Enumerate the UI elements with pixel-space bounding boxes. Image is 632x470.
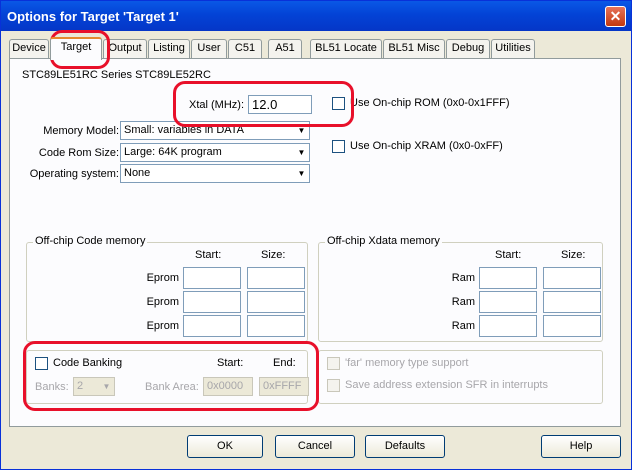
eprom-start-input[interactable] — [183, 267, 241, 289]
eprom-size-input[interactable] — [247, 315, 305, 337]
use-onchip-xram-checkbox[interactable] — [332, 140, 345, 153]
bank-area-start-input[interactable]: 0x0000 — [203, 377, 253, 396]
banks-label: Banks: — [35, 381, 69, 393]
ram-start-input[interactable] — [479, 267, 537, 289]
window-title: Options for Target 'Target 1' — [7, 9, 179, 24]
code-banking-label: Code Banking — [53, 357, 123, 369]
code-rom-size-label: Code Rom Size: — [38, 147, 119, 159]
code-banking-group: Code Banking Start: End: Banks: 2 ▼ Bank… — [26, 350, 309, 404]
offchip-xdata-title: Off-chip Xdata memory — [325, 235, 442, 247]
tab-a51[interactable]: A51 — [268, 39, 302, 58]
eprom-size-input[interactable] — [247, 267, 305, 289]
operating-system-label: Operating system: — [29, 168, 119, 180]
bank-area-label: Bank Area: — [145, 381, 199, 393]
memory-model-value: Small: variables in DATA — [124, 124, 245, 136]
options-dialog: Options for Target 'Target 1' ✕ Device T… — [0, 0, 632, 470]
title-bar[interactable]: Options for Target 'Target 1' ✕ — [1, 1, 631, 31]
use-onchip-rom-checkbox[interactable] — [332, 97, 345, 110]
offchip-code-start-header: Start: — [195, 249, 222, 261]
code-banking-checkbox[interactable] — [35, 357, 48, 370]
offchip-code-size-header: Size: — [261, 249, 286, 261]
chevron-down-icon[interactable]: ▼ — [294, 144, 309, 161]
ram-size-input[interactable] — [543, 267, 601, 289]
xtal-label: Xtal (MHz): — [189, 99, 244, 111]
save-address-extension-label: Save address extension SFR in interrupts — [345, 379, 548, 391]
xtal-input[interactable]: 12.0 — [248, 95, 312, 114]
eprom-start-input[interactable] — [183, 315, 241, 337]
tab-bl51-misc[interactable]: BL51 Misc — [383, 39, 445, 58]
tab-strip: Device Target Output Listing User C51 A5… — [9, 37, 621, 60]
ram-size-input[interactable] — [543, 291, 601, 313]
bank-area-end-input[interactable]: 0xFFFF — [259, 377, 309, 396]
ram-start-input[interactable] — [479, 291, 537, 313]
tab-output[interactable]: Output — [103, 39, 147, 58]
far-memory-group: 'far' memory type support Save address e… — [318, 350, 603, 404]
chevron-down-icon[interactable]: ▼ — [99, 378, 114, 395]
use-onchip-rom-label: Use On-chip ROM (0x0-0x1FFF) — [350, 97, 510, 109]
device-label: STC89LE51RC Series STC89LE52RC — [22, 69, 211, 81]
ram-label: Ram — [451, 272, 475, 284]
offchip-xdata-start-header: Start: — [495, 249, 522, 261]
code-rom-size-select[interactable]: Large: 64K program ▼ — [120, 143, 310, 162]
tab-target[interactable]: Target — [50, 37, 102, 60]
eprom-label: Eprom — [146, 320, 179, 332]
bank-start-header: Start: — [217, 357, 244, 369]
chevron-down-icon[interactable]: ▼ — [294, 165, 309, 182]
tab-device[interactable]: Device — [9, 39, 49, 58]
help-button[interactable]: Help — [541, 435, 621, 458]
save-address-extension-checkbox[interactable] — [327, 379, 340, 392]
defaults-button[interactable]: Defaults — [365, 435, 445, 458]
eprom-start-input[interactable] — [183, 291, 241, 313]
far-memory-checkbox[interactable] — [327, 357, 340, 370]
ram-size-input[interactable] — [543, 315, 601, 337]
operating-system-value: None — [124, 167, 151, 179]
offchip-code-title: Off-chip Code memory — [33, 235, 148, 247]
memory-model-label: Memory Model: — [43, 125, 119, 137]
target-panel: STC89LE51RC Series STC89LE52RC Xtal (MHz… — [9, 58, 621, 427]
offchip-xdata-size-header: Size: — [561, 249, 586, 261]
banks-select[interactable]: 2 ▼ — [73, 377, 115, 396]
eprom-label: Eprom — [146, 296, 179, 308]
ram-start-input[interactable] — [479, 315, 537, 337]
ram-label: Ram — [451, 296, 475, 308]
ram-label: Ram — [451, 320, 475, 332]
cancel-button[interactable]: Cancel — [275, 435, 355, 458]
tab-bl51-locate[interactable]: BL51 Locate — [310, 39, 382, 58]
offchip-xdata-group: Off-chip Xdata memory Start: Size: Ram R… — [318, 235, 603, 342]
tab-utilities[interactable]: Utilities — [491, 39, 535, 58]
code-rom-size-value: Large: 64K program — [124, 146, 222, 158]
offchip-code-group: Off-chip Code memory Start: Size: Eprom … — [26, 235, 308, 342]
tab-debug[interactable]: Debug — [446, 39, 490, 58]
memory-model-select[interactable]: Small: variables in DATA ▼ — [120, 121, 310, 140]
banks-value: 2 — [77, 380, 84, 392]
close-icon[interactable]: ✕ — [605, 6, 626, 27]
eprom-label: Eprom — [146, 272, 179, 284]
tab-listing[interactable]: Listing — [148, 39, 190, 58]
tab-c51[interactable]: C51 — [228, 39, 262, 58]
far-memory-label: 'far' memory type support — [345, 357, 469, 369]
bank-end-header: End: — [273, 357, 296, 369]
use-onchip-xram-label: Use On-chip XRAM (0x0-0xFF) — [350, 140, 503, 152]
tab-user[interactable]: User — [191, 39, 227, 58]
ok-button[interactable]: OK — [187, 435, 263, 458]
chevron-down-icon[interactable]: ▼ — [294, 122, 309, 139]
operating-system-select[interactable]: None ▼ — [120, 164, 310, 183]
eprom-size-input[interactable] — [247, 291, 305, 313]
